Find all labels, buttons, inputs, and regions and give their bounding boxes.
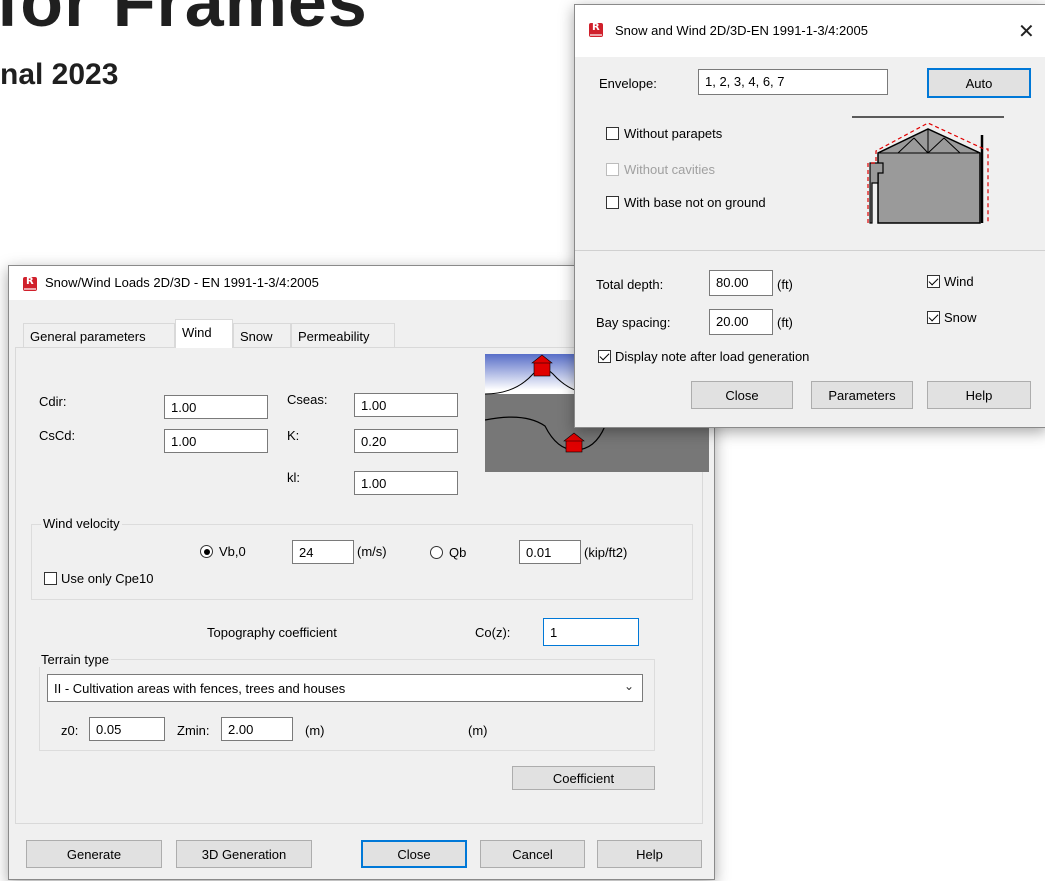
envelope-label: Envelope: [599, 76, 657, 91]
z0-input[interactable]: 0.05 [89, 717, 165, 741]
wind-dialog-title: Snow/Wind Loads 2D/3D - EN 1991-1-3/4:20… [45, 275, 319, 290]
cscd-input[interactable]: 1.00 [164, 429, 268, 453]
snow-checkbox[interactable] [927, 311, 940, 324]
generation-3d-button[interactable]: 3D Generation [176, 840, 312, 868]
total-depth-label: Total depth: [596, 277, 664, 292]
without-parapets-checkbox[interactable] [606, 127, 619, 140]
cdir-input[interactable]: 1.00 [164, 395, 268, 419]
wind-velocity-group-title: Wind velocity [41, 516, 122, 531]
zmin-label: Zmin: [177, 723, 210, 738]
topography-label: Topography coefficient [207, 625, 337, 640]
robot-app-icon: R [23, 276, 37, 291]
use-cpe10-checkbox[interactable] [44, 572, 57, 585]
chevron-down-icon: ⌄ [623, 679, 634, 693]
without-parapets-label: Without parapets [624, 126, 723, 141]
zmin-input[interactable]: 2.00 [221, 717, 293, 741]
cseas-input[interactable]: 1.00 [354, 393, 458, 417]
tab-wind[interactable]: Wind [175, 319, 233, 348]
display-note-checkbox[interactable] [598, 350, 611, 363]
bay-spacing-unit: (ft) [777, 315, 793, 330]
k-input[interactable]: 0.20 [354, 429, 458, 453]
snow-dialog-titlebar[interactable]: R Snow and Wind 2D/3D-EN 1991-1-3/4:2005… [575, 5, 1045, 57]
z0-label: z0: [61, 723, 79, 738]
parameters-button[interactable]: Parameters [811, 381, 913, 409]
building-section-diagram [852, 116, 1004, 224]
snow-close-button[interactable]: Close [691, 381, 793, 409]
kl-input[interactable]: 1.00 [354, 471, 458, 495]
co-input[interactable]: 1 [543, 618, 639, 646]
snow-dialog-title: Snow and Wind 2D/3D-EN 1991-1-3/4:2005 [615, 23, 868, 38]
cdir-label: Cdir: [39, 394, 67, 409]
tab-label: Snow [240, 329, 273, 344]
tab-label: Wind [182, 325, 212, 340]
cancel-button[interactable]: Cancel [480, 840, 585, 868]
snow-wind-dialog: R Snow and Wind 2D/3D-EN 1991-1-3/4:2005… [574, 4, 1045, 428]
qb-radio[interactable] [430, 546, 443, 559]
qb-label: Qb [449, 545, 467, 560]
tab-label: General parameters [30, 329, 146, 344]
use-cpe10-label: Use only Cpe10 [61, 571, 154, 586]
base-not-on-ground-label: With base not on ground [624, 195, 766, 210]
generate-button[interactable]: Generate [26, 840, 162, 868]
wind-checkbox[interactable] [927, 275, 940, 288]
without-cavities-checkbox[interactable] [606, 163, 619, 176]
terrain-type-select[interactable]: II - Cultivation areas with fences, tree… [47, 674, 643, 702]
bay-spacing-label: Bay spacing: [596, 315, 671, 330]
tab-snow[interactable]: Snow [233, 323, 291, 347]
snow-help-button[interactable]: Help [927, 381, 1031, 409]
zmin-unit: (m) [305, 723, 325, 738]
vb0-radio[interactable] [200, 545, 213, 558]
qb-unit: (kip/ft2) [584, 545, 628, 560]
auto-button[interactable]: Auto [927, 68, 1031, 98]
terrain-type-selected: II - Cultivation areas with fences, tree… [54, 681, 346, 696]
wind-label: Wind [944, 274, 974, 289]
display-note-label: Display note after load generation [615, 349, 810, 364]
help-button[interactable]: Help [597, 840, 702, 868]
vb0-input[interactable]: 24 [292, 540, 354, 564]
k-label: K: [287, 428, 300, 443]
bay-spacing-input[interactable]: 20.00 [709, 309, 773, 335]
total-depth-input[interactable]: 80.00 [709, 270, 773, 296]
envelope-input[interactable]: 1, 2, 3, 4, 6, 7 [698, 69, 888, 95]
co-label: Co(z): [475, 625, 511, 640]
vb0-label: Vb,0 [219, 544, 246, 559]
background-subheading: nal 2023 [0, 58, 119, 91]
wind-velocity-group [31, 524, 693, 600]
coefficient-button[interactable]: Coefficient [512, 766, 655, 790]
separator [575, 250, 1045, 251]
snow-label: Snow [944, 310, 977, 325]
base-not-on-ground-checkbox[interactable] [606, 196, 619, 209]
cscd-label: CsCd: [39, 428, 76, 443]
close-icon[interactable]: ✕ [1018, 19, 1035, 44]
tab-permeability[interactable]: Permeability [291, 323, 395, 347]
vb0-unit: (m/s) [357, 544, 387, 559]
cseas-label: Cseas: [287, 392, 328, 407]
background-heading: for Frames [0, 0, 368, 41]
tab-label: Permeability [298, 329, 370, 344]
qb-input[interactable]: 0.01 [519, 540, 581, 564]
building-diagram [848, 113, 1008, 228]
terrain-type-group-title: Terrain type [39, 652, 111, 667]
kl-label: kl: [287, 470, 300, 485]
robot-app-icon: R [589, 22, 603, 37]
close-button[interactable]: Close [361, 840, 467, 868]
tab-general-parameters[interactable]: General parameters [23, 323, 175, 347]
second-unit: (m) [468, 723, 488, 738]
without-cavities-label: Without cavities [624, 162, 716, 177]
total-depth-unit: (ft) [777, 277, 793, 292]
